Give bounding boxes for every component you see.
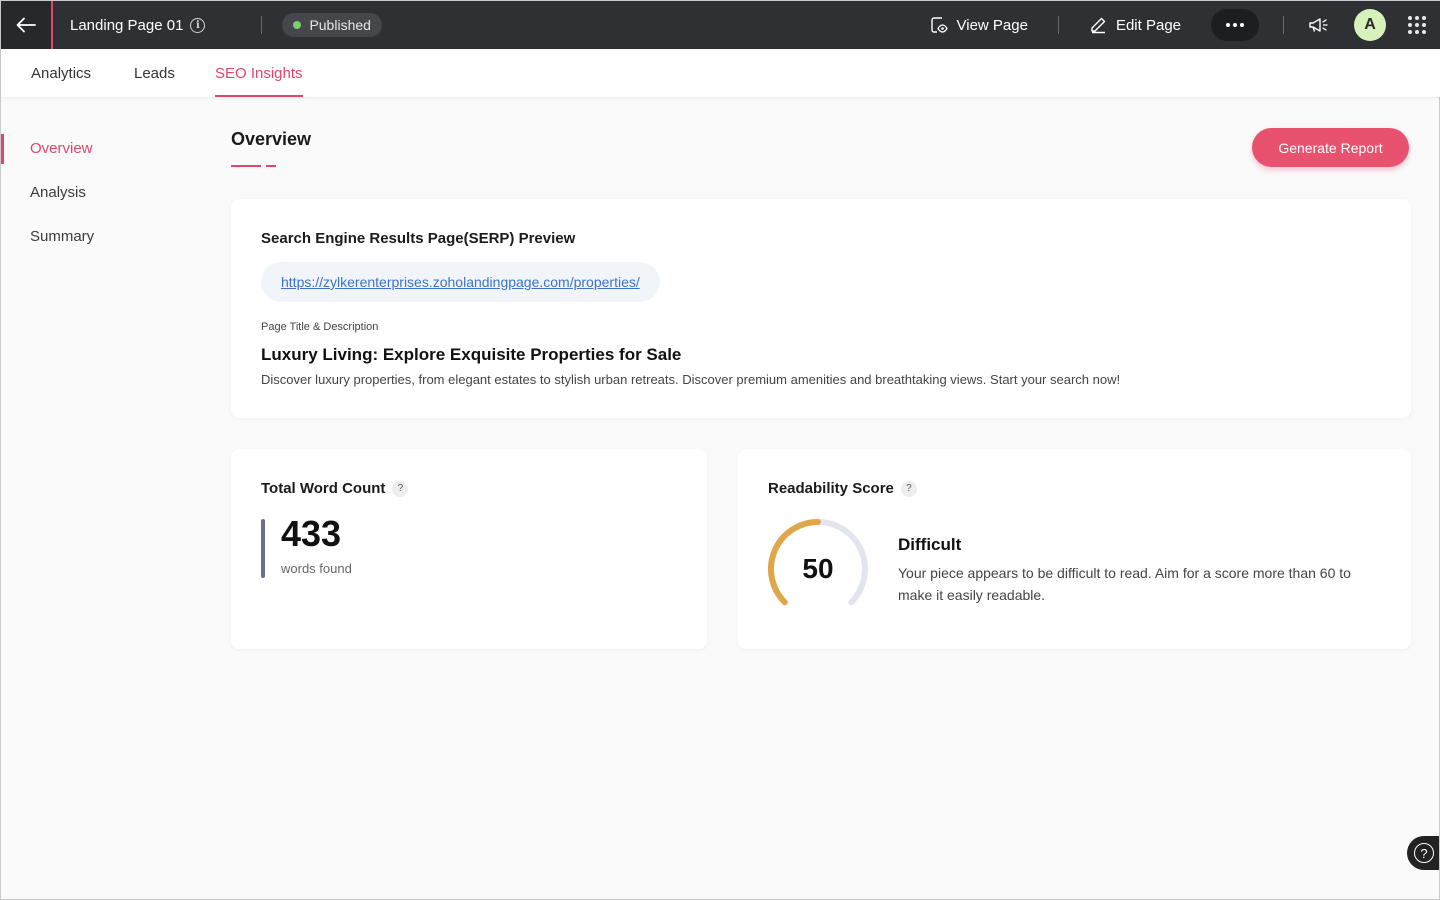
readability-score-value: 50	[802, 553, 834, 584]
status-label: Published	[309, 17, 371, 33]
more-dots-icon	[1233, 23, 1237, 27]
divider	[1283, 16, 1284, 34]
page-name: Landing Page 01 i	[70, 16, 206, 34]
tab-analytics[interactable]: Analytics	[31, 49, 91, 97]
word-count-title: Total Word Count	[261, 480, 386, 497]
more-options-button[interactable]	[1211, 9, 1259, 41]
apps-grid-icon[interactable]	[1408, 16, 1426, 34]
view-page-icon	[930, 17, 948, 33]
readability-heading: Readability Score ?	[768, 480, 917, 497]
readability-level: Difficult	[898, 535, 962, 554]
serp-description: Discover luxury properties, from elegant…	[261, 372, 1121, 387]
word-count-card: Total Word Count ? 433 words found	[231, 449, 707, 649]
edit-page-label: Edit Page	[1115, 16, 1181, 34]
readability-description: Your piece appears to be difficult to re…	[898, 565, 1351, 603]
view-page-label: View Page	[956, 16, 1028, 34]
tab-bar: Analytics Leads SEO Insights	[1, 49, 1440, 97]
word-count-caption: words found	[281, 561, 352, 576]
word-count-heading: Total Word Count ?	[261, 480, 409, 497]
word-count-accent-bar	[261, 519, 265, 578]
title-underline	[231, 165, 276, 167]
view-page-button[interactable]: View Page	[930, 16, 1028, 34]
page-title: Overview	[231, 129, 312, 149]
divider	[1057, 16, 1059, 34]
readability-title: Readability Score	[768, 480, 894, 497]
divider	[261, 16, 263, 34]
more-dots-icon	[1240, 23, 1244, 27]
help-icon[interactable]: ?	[900, 480, 917, 497]
floating-help-button[interactable]: ?	[1407, 836, 1439, 870]
top-bar: Landing Page 01 i Published View Page Ed…	[1, 1, 1440, 49]
back-arrow-icon	[16, 17, 36, 33]
more-dots-icon	[1226, 23, 1230, 27]
generate-report-button[interactable]: Generate Report	[1252, 128, 1409, 167]
serp-page-title: Luxury Living: Explore Exquisite Propert…	[261, 345, 682, 364]
edit-page-button[interactable]: Edit Page	[1089, 16, 1181, 34]
status-dot	[293, 21, 302, 29]
sidenav-item-analysis[interactable]: Analysis	[1, 171, 201, 215]
back-button[interactable]	[1, 1, 53, 49]
page-name-label: Landing Page 01	[70, 16, 184, 34]
tab-leads[interactable]: Leads	[134, 49, 175, 97]
announcement-megaphone-icon[interactable]	[1308, 16, 1330, 34]
sidenav-item-summary[interactable]: Summary	[1, 215, 201, 259]
word-count-value: 433	[281, 513, 342, 554]
info-icon[interactable]: i	[190, 17, 206, 33]
serp-preview-card: Search Engine Results Page(SERP) Preview…	[231, 199, 1411, 418]
status-badge: Published	[282, 13, 382, 37]
edit-pencil-icon	[1091, 17, 1106, 34]
help-icon: ?	[1414, 843, 1434, 863]
tab-seo-insights[interactable]: SEO Insights	[215, 49, 303, 97]
readability-card: Readability Score ? 50 Difficult Your pi…	[738, 449, 1411, 649]
serp-meta-label: Page Title & Description	[261, 321, 379, 333]
sidenav-item-overview[interactable]: Overview	[1, 127, 201, 171]
serp-url-pill: https://zylkerenterprises.zoholandingpag…	[261, 262, 660, 302]
help-icon[interactable]: ?	[392, 480, 409, 497]
serp-url-link[interactable]: https://zylkerenterprises.zoholandingpag…	[281, 274, 640, 290]
avatar[interactable]: A	[1354, 9, 1386, 41]
serp-heading: Search Engine Results Page(SERP) Preview	[261, 230, 576, 247]
side-nav: Overview Analysis Summary	[1, 127, 201, 259]
